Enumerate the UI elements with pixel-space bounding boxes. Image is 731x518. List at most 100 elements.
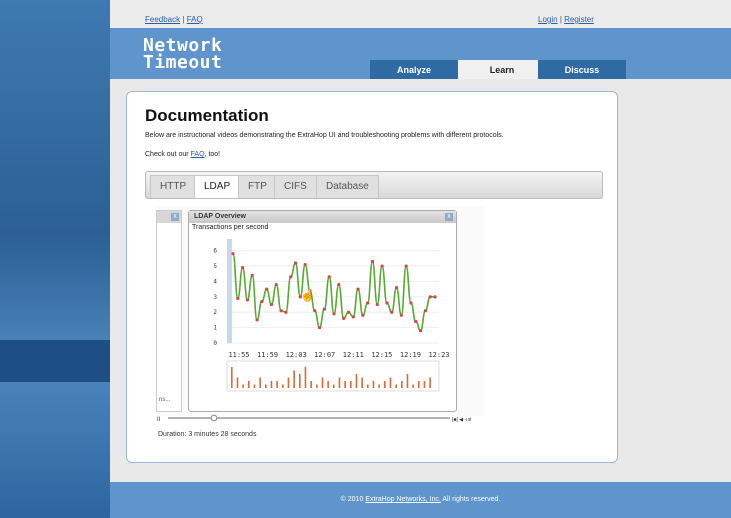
data-point xyxy=(380,264,384,268)
y-tick-label: 2 xyxy=(213,309,217,316)
documentation-card: Documentation Below are instructional vi… xyxy=(126,91,618,463)
y-tick-label: 3 xyxy=(213,294,217,301)
site-logo[interactable]: Network Timeout xyxy=(143,37,223,73)
player-controls[interactable]: [■] ◀ ·ıııl xyxy=(452,417,471,422)
video-player[interactable]: x ns... LDAP Overview x Transactions per… xyxy=(156,206,483,422)
x-tick-label: 12:07 xyxy=(314,351,335,359)
chart-window-title: LDAP Overview xyxy=(189,211,456,223)
data-point xyxy=(370,259,375,264)
bar xyxy=(361,377,363,388)
bar xyxy=(316,384,318,388)
tab-database[interactable]: Database xyxy=(316,175,379,198)
bar xyxy=(406,374,409,388)
bar xyxy=(378,384,380,388)
data-point xyxy=(428,295,432,299)
tab-ftp[interactable]: FTP xyxy=(238,175,277,198)
x-tick-label: 12:03 xyxy=(286,351,307,359)
bar xyxy=(423,381,426,388)
data-point xyxy=(404,264,408,268)
company-link[interactable]: ExtraHop Networks, Inc. xyxy=(365,496,440,503)
data-point xyxy=(423,309,427,313)
data-point xyxy=(303,262,307,267)
data-point xyxy=(250,273,254,277)
tab-learn[interactable]: Learn xyxy=(458,60,546,79)
pause-icon[interactable]: II xyxy=(157,417,161,422)
tab-http[interactable]: HTTP xyxy=(150,175,197,198)
data-point xyxy=(289,275,293,279)
video-duration: Duration: 3 minutes 28 seconds xyxy=(158,431,257,438)
tab-discuss[interactable]: Discuss xyxy=(538,60,626,79)
data-point xyxy=(274,282,278,287)
data-point xyxy=(356,287,360,291)
bar xyxy=(344,381,346,388)
data-point xyxy=(375,302,379,307)
y-tick-label: 6 xyxy=(213,248,217,255)
bar xyxy=(304,367,307,388)
feedback-link[interactable]: Feedback xyxy=(145,15,180,24)
data-point xyxy=(385,301,389,305)
data-point xyxy=(327,275,331,279)
data-point xyxy=(366,301,370,305)
transactions-chart: 0 1 2 3 4 5 6 11:55 11:59 12:03 12:07 12:11 12:15 12:… xyxy=(213,239,450,392)
bar xyxy=(270,381,273,388)
bar xyxy=(372,381,375,388)
protocol-tabs: HTTP LDAP FTP CIFS Database xyxy=(145,171,603,199)
tab-ldap[interactable]: LDAP xyxy=(194,175,241,198)
bar xyxy=(401,381,403,388)
bar xyxy=(265,384,267,388)
data-point xyxy=(332,312,336,316)
bar xyxy=(253,384,256,388)
data-point xyxy=(390,310,394,314)
top-links-left: Feedback | FAQ xyxy=(145,15,203,24)
data-point xyxy=(317,326,322,330)
data-point xyxy=(399,313,403,317)
logo-line-2: Timeout xyxy=(143,52,223,73)
faq-line: Check out our FAQ, too! xyxy=(145,151,220,158)
x-tick-label: 11:55 xyxy=(228,351,249,359)
y-tick-label: 0 xyxy=(213,340,217,347)
close-icon[interactable]: x xyxy=(171,213,179,221)
register-link[interactable]: Register xyxy=(564,15,594,24)
x-tick-label: 11:59 xyxy=(257,351,278,359)
bar xyxy=(350,381,352,388)
tab-cifs[interactable]: CIFS xyxy=(274,175,317,198)
data-point xyxy=(284,310,288,314)
login-link[interactable]: Login xyxy=(538,15,558,24)
data-point xyxy=(260,299,264,304)
chart-window: LDAP Overview x Transactions per second … xyxy=(188,210,457,412)
data-point xyxy=(241,266,245,270)
bar xyxy=(293,370,295,388)
data-point xyxy=(322,307,326,311)
playback-bar[interactable]: II [■] ◀ ·ıııl xyxy=(156,414,483,422)
data-point xyxy=(346,310,351,314)
bar xyxy=(231,367,233,388)
x-tick-label: 12:19 xyxy=(400,351,421,359)
y-tick-label: 5 xyxy=(213,263,217,270)
series-line xyxy=(232,252,435,332)
bar xyxy=(282,384,284,388)
bar xyxy=(418,381,420,388)
bar xyxy=(321,377,324,388)
data-point xyxy=(255,318,259,322)
data-point xyxy=(265,287,269,291)
x-tick-label: 12:11 xyxy=(343,351,364,359)
bar xyxy=(276,381,278,388)
page: Feedback | FAQ Login | Register Network … xyxy=(110,0,731,518)
faq-link[interactable]: FAQ xyxy=(187,15,203,24)
background-panel xyxy=(0,0,110,518)
top-links-right: Login | Register xyxy=(538,15,594,24)
bar xyxy=(242,384,244,388)
data-point xyxy=(245,298,250,302)
faq-prefix: Check out our xyxy=(145,151,189,158)
data-point xyxy=(236,296,240,300)
progress-handle[interactable] xyxy=(210,414,218,422)
bar xyxy=(395,384,397,388)
tab-analyze[interactable]: Analyze xyxy=(370,60,458,79)
page-title: Documentation xyxy=(145,106,269,125)
bar xyxy=(367,384,369,388)
faq-inline-link[interactable]: FAQ xyxy=(191,151,205,158)
top-bar: Feedback | FAQ Login | Register xyxy=(110,0,731,28)
close-icon[interactable]: x xyxy=(445,213,453,221)
separator: | xyxy=(182,15,185,24)
data-point xyxy=(409,301,413,305)
